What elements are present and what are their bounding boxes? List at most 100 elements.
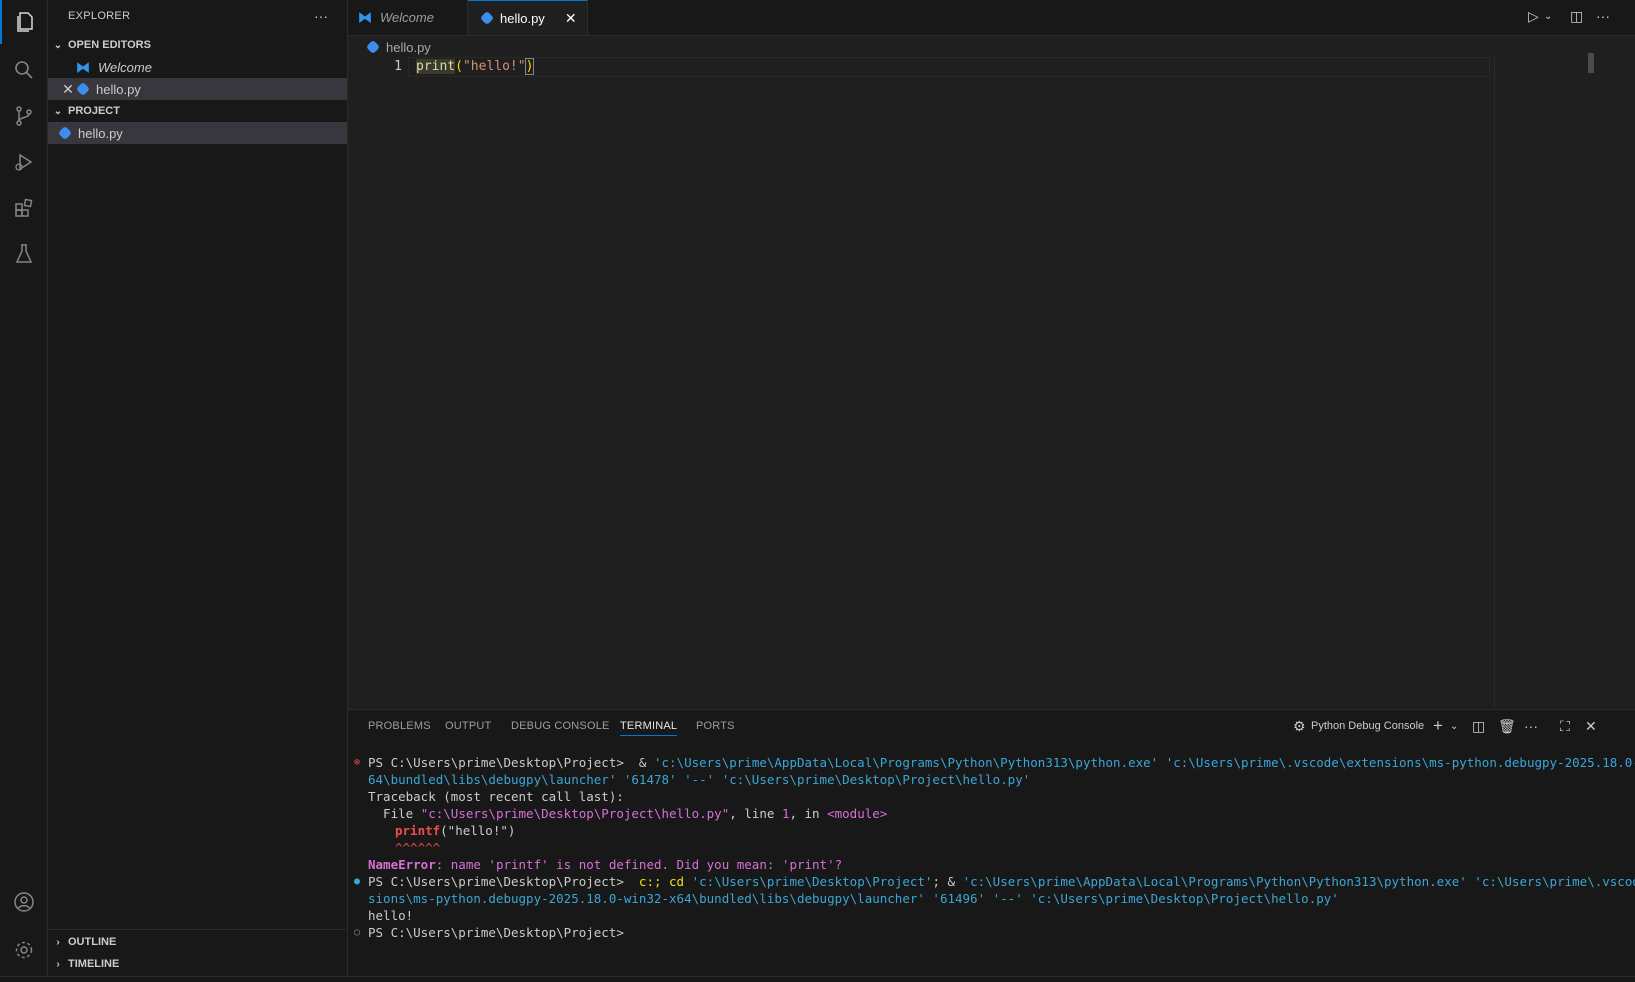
split-editor-icon[interactable]: ◫ [1570,8,1583,25]
breadcrumb[interactable]: hello.py [365,37,431,57]
python-icon [57,125,73,141]
terminal-text: Traceback (most recent call last): [368,789,624,804]
code-function: print [416,59,456,74]
terminal-text: "c:\Users\prime\Desktop\Project\hello.py… [420,806,730,821]
trash-icon[interactable]: 🗑 [1498,718,1516,735]
more-actions-icon[interactable]: ··· [1524,718,1538,734]
python-icon [365,39,381,55]
run-debug-icon[interactable] [0,140,47,184]
vscode-icon: ⧓ [76,58,90,75]
terminal-prompt: PS C:\Users\prime\Desktop\Project> [368,925,632,940]
chevron-right-icon: › [56,936,60,948]
terminal-text: printf [395,823,441,838]
editor-tabs: ⧓ Welcome hello.py ✕ ▷ ⌄ ◫ ··· [348,0,1635,36]
terminal-text: : name 'printf' is not defined. Did you … [435,857,843,872]
status-bar [0,976,1635,982]
tab-output[interactable]: OUTPUT [445,720,491,732]
split-terminal-icon[interactable]: ◫ [1472,718,1485,735]
empty-decoration-icon: ○ [354,927,361,938]
bottom-panel: PROBLEMS OUTPUT DEBUG CONSOLE TERMINAL P… [348,709,1635,982]
more-actions-icon[interactable]: ··· [1596,8,1610,24]
explorer-title: EXPLORER [68,10,131,22]
python-icon [479,10,495,26]
timeline-header[interactable]: › TIMELINE [48,953,347,975]
extensions-icon[interactable] [0,186,47,230]
chevron-right-icon: › [56,958,60,970]
tab-label: hello.py [500,10,545,26]
error-decoration-icon: ⊗ [354,757,361,768]
open-editors-label: OPEN EDITORS [68,39,151,51]
terminal-text: 'c:\Users\prime\AppData\Local\Programs\P… [653,755,1635,770]
timeline-label: TIMELINE [68,958,120,970]
file-hello-py[interactable]: hello.py [48,122,347,144]
open-editor-welcome[interactable]: ⧓ Welcome [48,56,347,78]
terminal-text: NameError [368,857,436,872]
tab-debug-console[interactable]: DEBUG CONSOLE [511,720,610,732]
code-line[interactable]: print("hello!") [416,57,535,77]
search-icon[interactable] [0,48,47,92]
project-header[interactable]: ⌄ PROJECT [48,100,347,122]
terminal-text: ("hello!") [440,823,516,838]
open-editors-header[interactable]: ⌄ OPEN EDITORS [48,34,347,56]
new-terminal-icon[interactable]: + [1433,716,1443,736]
testing-icon[interactable] [0,232,47,276]
project-label: PROJECT [68,105,120,117]
activity-bar [0,0,48,981]
tab-problems[interactable]: PROBLEMS [368,720,431,732]
open-editor-hello-py[interactable]: ✕ hello.py [48,78,347,100]
open-editor-label: Welcome [98,59,152,75]
command-decoration-icon: ● [354,876,361,887]
vscode-icon: ⧓ [358,9,372,25]
account-icon[interactable] [0,880,47,924]
outline-header[interactable]: › OUTLINE [48,931,347,953]
close-icon[interactable]: ✕ [565,10,577,27]
terminal-text: sions\ms-python.debugpy-2025.18.0-win32-… [368,891,1339,906]
terminal-text: hello! [368,908,414,923]
close-icon[interactable]: ✕ [1585,718,1597,735]
code-string: "hello!" [462,59,526,74]
terminal-text: c:; cd [631,874,692,889]
tab-label: Welcome [380,10,434,25]
code-paren-close: ) [524,58,535,75]
explorer-sidebar: EXPLORER ··· ⌄ OPEN EDITORS ⧓ Welcome ✕ … [48,0,348,981]
terminal-text: ; & [932,874,963,889]
gear-icon[interactable] [0,928,47,972]
open-editor-label: hello.py [96,81,141,97]
terminal-text: ^^^^^^ [395,840,441,855]
terminal-prompt: PS C:\Users\prime\Desktop\Project> [368,755,632,770]
file-label: hello.py [78,125,123,141]
tab-terminal[interactable]: TERMINAL [620,720,678,736]
terminal-text: File [368,806,421,821]
terminal-text: & [631,755,654,770]
python-icon [75,81,91,97]
terminal-text: <module> [827,806,888,821]
code-editor[interactable]: 1 print("hello!") [348,53,1635,707]
terminal-prompt: PS C:\Users\prime\Desktop\Project> [368,874,632,889]
terminal-text: , in [789,806,828,821]
terminal-text: , line [729,806,782,821]
chevron-down-icon[interactable]: ⌄ [1544,11,1552,22]
terminal-text: 'c:\Users\prime\Desktop\Project' [691,874,933,889]
chevron-down-icon: ⌄ [53,105,63,117]
maximize-icon[interactable]: ⛶ [1560,718,1570,735]
scrollbar[interactable] [1588,53,1594,73]
terminal-output[interactable]: ⊗ PS C:\Users\prime\Desktop\Project> & 'c… [354,754,1635,941]
close-icon[interactable]: ✕ [58,81,78,98]
console-label[interactable]: Python Debug Console [1311,720,1424,732]
tab-ports[interactable]: PORTS [696,720,735,732]
tab-welcome[interactable]: ⧓ Welcome [348,0,468,35]
terminal-text: 'c:\Users\prime\AppData\Local\Programs\P… [962,874,1635,889]
breadcrumb-file: hello.py [386,39,431,55]
code-paren-open: ( [455,59,463,74]
more-actions-icon[interactable]: ··· [314,8,328,24]
minimap-divider [1494,57,1495,707]
explorer-icon[interactable] [0,0,47,44]
current-line-highlight [408,57,1490,77]
chevron-down-icon[interactable]: ⌄ [1450,721,1458,732]
outline-label: OUTLINE [68,936,117,948]
line-number: 1 [394,59,402,74]
tab-hello-py[interactable]: hello.py ✕ [468,0,588,35]
run-icon[interactable]: ▷ [1528,8,1539,25]
source-control-icon[interactable] [0,94,47,138]
terminal-text: 64\bundled\libs\debugpy\launcher' '61478… [368,772,1031,787]
